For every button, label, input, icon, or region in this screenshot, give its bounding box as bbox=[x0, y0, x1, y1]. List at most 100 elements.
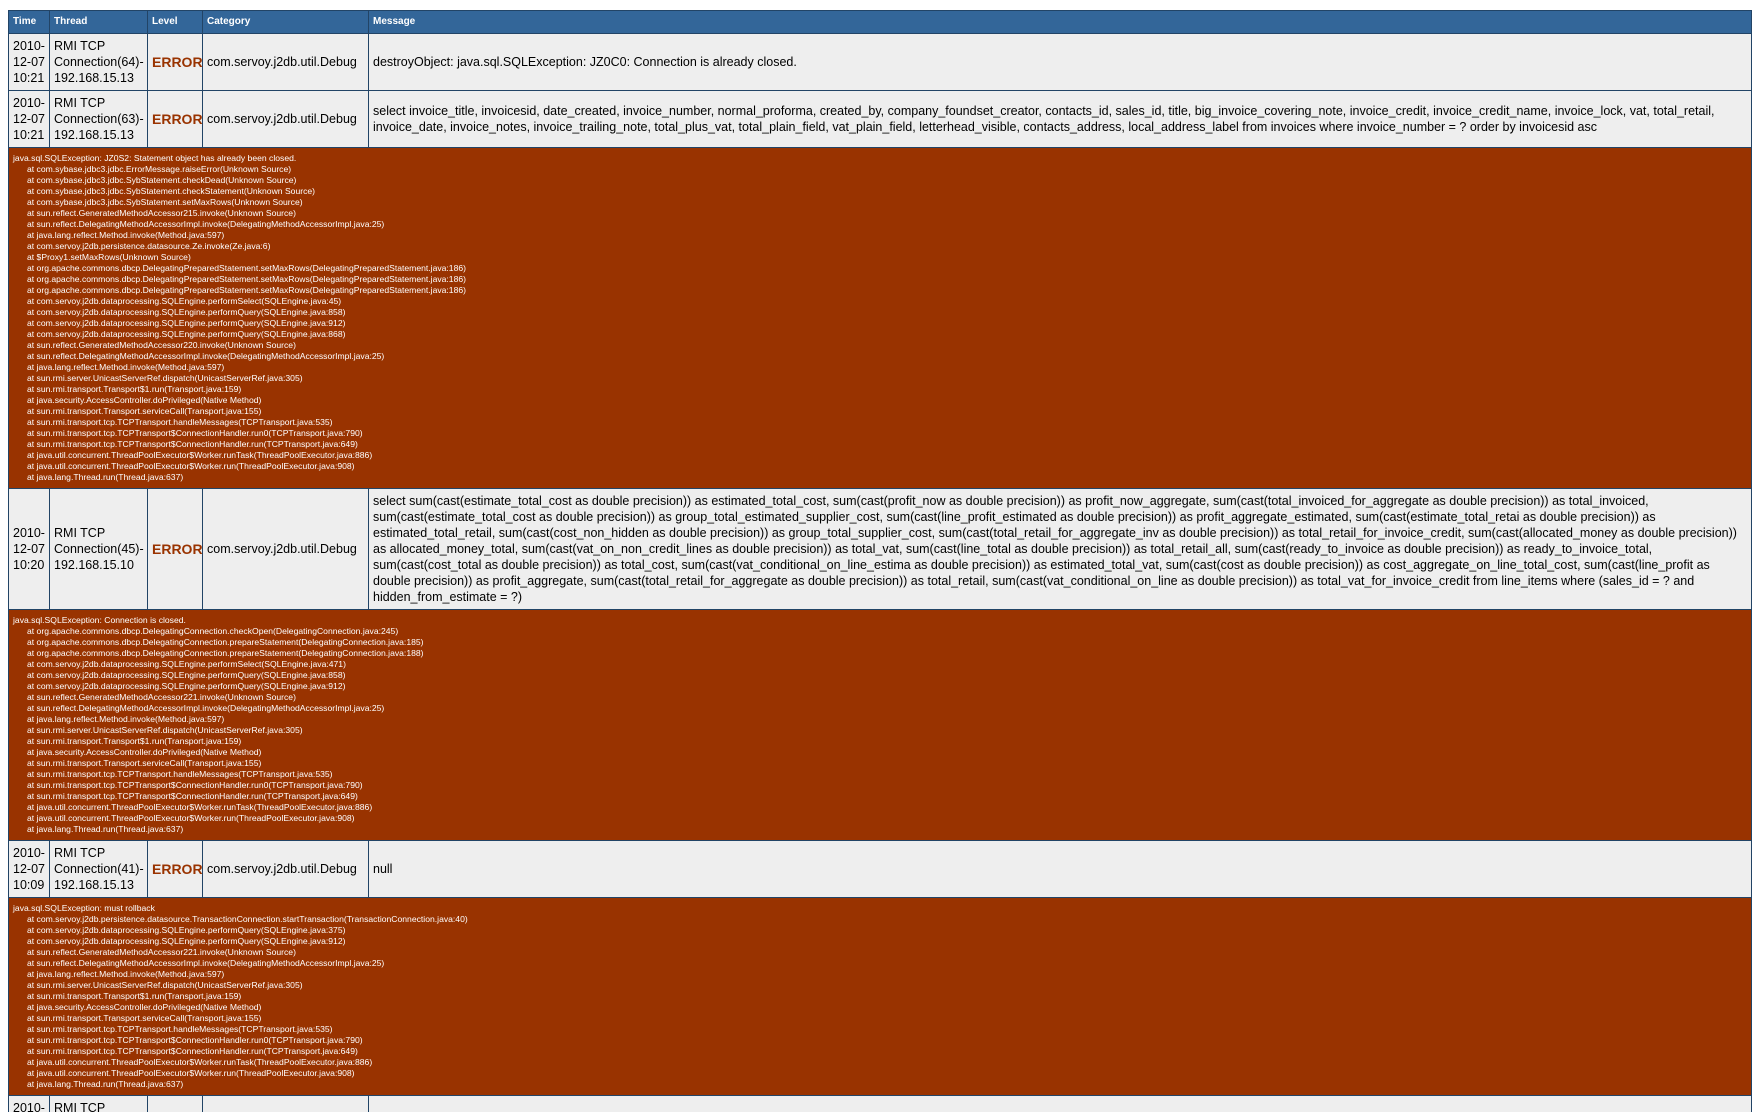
column-header-thread[interactable]: Thread bbox=[50, 11, 147, 33]
thread-text: 192.168.15.13 bbox=[54, 878, 134, 892]
category-cell bbox=[203, 1096, 368, 1112]
time-text: 2010- bbox=[13, 846, 45, 860]
category-cell: com.servoy.j2db.util.Debug bbox=[203, 91, 368, 147]
stack-frame-line: at java.security.AccessController.doPriv… bbox=[27, 747, 262, 757]
stack-frame-line: at sun.reflect.GeneratedMethodAccessor22… bbox=[27, 692, 296, 702]
stack-frame-line: at sun.rmi.server.UnicastServerRef.dispa… bbox=[27, 980, 303, 990]
stack-frame-line: at sun.rmi.transport.Transport.serviceCa… bbox=[27, 1013, 262, 1023]
thread-cell: RMI TCP Connection(63)- 192.168.15.13 bbox=[50, 91, 147, 147]
stack-frame-line: at com.sybase.jdbc3.jdbc.SybStatement.se… bbox=[27, 197, 303, 207]
stack-frame-line: at sun.rmi.transport.tcp.TCPTransport.ha… bbox=[27, 769, 333, 779]
stack-frame-line: at java.util.concurrent.ThreadPoolExecut… bbox=[27, 1068, 355, 1078]
stack-frame-line: at sun.reflect.DelegatingMethodAccessorI… bbox=[27, 219, 385, 229]
time-text: 2010- bbox=[13, 526, 45, 540]
stack-frame-line: at com.servoy.j2db.dataprocessing.SQLEng… bbox=[27, 318, 346, 328]
stack-frame-line: at sun.reflect.GeneratedMethodAccessor22… bbox=[27, 947, 296, 957]
stack-frame-line: at org.apache.commons.dbcp.DelegatingPre… bbox=[27, 285, 467, 295]
time-cell: 2010- 12-07 10:21 bbox=[9, 34, 49, 90]
stack-frame-line: at java.lang.Thread.run(Thread.java:637) bbox=[27, 472, 184, 482]
thread-text: 192.168.15.13 bbox=[54, 128, 134, 142]
log-entry-row: 2010- 12-07 10:20 RMI TCP Connection(45)- 192… bbox=[9, 489, 1751, 609]
message-cell: select invoice_title, invoicesid, date_c… bbox=[369, 91, 1751, 147]
stack-frame-line: at java.util.concurrent.ThreadPoolExecut… bbox=[27, 450, 373, 460]
exception-line: java.sql.SQLException: JZ0S2: Statement … bbox=[13, 153, 297, 163]
time-text: 10:21 bbox=[13, 128, 45, 142]
thread-text: 192.168.15.13 bbox=[54, 71, 134, 85]
exception-line: java.sql.SQLException: must rollback bbox=[13, 903, 155, 913]
time-cell: 2010- bbox=[9, 1096, 49, 1112]
category-cell: com.servoy.j2db.util.Debug bbox=[203, 841, 368, 897]
stack-frame-line: at java.util.concurrent.ThreadPoolExecut… bbox=[27, 461, 355, 471]
time-text: 12-07 bbox=[13, 112, 45, 126]
stack-frame-line: at $Proxy1.setMaxRows(Unknown Source) bbox=[27, 252, 191, 262]
log-entry-row: 2010- 12-07 10:21 RMI TCP Connection(64)- 192… bbox=[9, 34, 1751, 90]
message-cell: destroyObject: java.sql.SQLException: JZ… bbox=[369, 34, 1751, 90]
time-text: 12-07 bbox=[13, 542, 45, 556]
stack-frame-line: at com.servoy.j2db.dataprocessing.SQLEng… bbox=[27, 681, 346, 691]
time-cell: 2010- 12-07 10:21 bbox=[9, 91, 49, 147]
stack-frame-line: at sun.rmi.transport.Transport.serviceCa… bbox=[27, 758, 262, 768]
stack-frame-line: at sun.rmi.server.UnicastServerRef.dispa… bbox=[27, 725, 303, 735]
stack-frame-line: at com.servoy.j2db.dataprocessing.SQLEng… bbox=[27, 296, 342, 306]
level-badge bbox=[148, 1096, 202, 1112]
time-text: 12-07 bbox=[13, 55, 45, 69]
thread-text: RMI TCP bbox=[54, 39, 106, 53]
category-cell: com.servoy.j2db.util.Debug bbox=[203, 489, 368, 609]
stack-frame-line: at java.lang.Thread.run(Thread.java:637) bbox=[27, 824, 184, 834]
stack-frame-line: at sun.rmi.transport.tcp.TCPTransport$Co… bbox=[27, 1035, 363, 1045]
exception-line: java.sql.SQLException: Connection is clo… bbox=[13, 615, 186, 625]
thread-text: Connection(45)- bbox=[54, 542, 144, 556]
stack-frame-line: at org.apache.commons.dbcp.DelegatingPre… bbox=[27, 263, 467, 273]
stack-frame-line: at com.servoy.j2db.persistence.datasourc… bbox=[27, 914, 468, 924]
stack-frame-line: at sun.rmi.server.UnicastServerRef.dispa… bbox=[27, 373, 303, 383]
message-cell: null bbox=[369, 841, 1751, 897]
stack-frame-line: at sun.rmi.transport.tcp.TCPTransport$Co… bbox=[27, 780, 363, 790]
log-entry-row: 2010- 12-07 10:21 RMI TCP Connection(63)- 192… bbox=[9, 91, 1751, 147]
stack-frame-line: at sun.rmi.transport.Transport.serviceCa… bbox=[27, 406, 262, 416]
message-cell bbox=[369, 1096, 1751, 1112]
column-header-message[interactable]: Message bbox=[369, 11, 1751, 33]
stack-frame-line: at sun.reflect.DelegatingMethodAccessorI… bbox=[27, 351, 385, 361]
time-text: 12-07 bbox=[13, 862, 45, 876]
time-text: 2010- bbox=[13, 96, 45, 110]
stack-frame-line: at com.servoy.j2db.dataprocessing.SQLEng… bbox=[27, 936, 346, 946]
column-header-category[interactable]: Category bbox=[203, 11, 368, 33]
stack-frame-line: at org.apache.commons.dbcp.DelegatingCon… bbox=[27, 648, 424, 658]
stack-frame-line: at java.security.AccessController.doPriv… bbox=[27, 395, 262, 405]
stack-frame-line: at org.apache.commons.dbcp.DelegatingPre… bbox=[27, 274, 467, 284]
thread-text: RMI TCP bbox=[54, 1101, 106, 1112]
stack-frame-line: at sun.reflect.DelegatingMethodAccessorI… bbox=[27, 703, 385, 713]
stack-frame-line: at sun.rmi.transport.tcp.TCPTransport$Co… bbox=[27, 791, 358, 801]
time-cell: 2010- 12-07 10:20 bbox=[9, 489, 49, 609]
stack-frame-line: at com.servoy.j2db.dataprocessing.SQLEng… bbox=[27, 925, 346, 935]
thread-text: RMI TCP bbox=[54, 526, 106, 540]
stack-frame-line: at java.util.concurrent.ThreadPoolExecut… bbox=[27, 813, 355, 823]
column-header-time[interactable]: Time bbox=[9, 11, 49, 33]
column-header-level[interactable]: Level bbox=[148, 11, 202, 33]
category-cell: com.servoy.j2db.util.Debug bbox=[203, 34, 368, 90]
thread-cell: RMI TCP bbox=[50, 1096, 147, 1112]
log-entry-row: 2010- RMI TCP bbox=[9, 1096, 1751, 1112]
stack-frame-line: at sun.rmi.transport.Transport$1.run(Tra… bbox=[27, 991, 242, 1001]
stack-frame-line: at sun.rmi.transport.tcp.TCPTransport.ha… bbox=[27, 417, 333, 427]
stack-frame-line: at java.lang.Thread.run(Thread.java:637) bbox=[27, 1079, 184, 1089]
thread-cell: RMI TCP Connection(45)- 192.168.15.10 bbox=[50, 489, 147, 609]
stack-frame-line: at sun.rmi.transport.Transport$1.run(Tra… bbox=[27, 736, 242, 746]
time-text: 2010- bbox=[13, 1101, 45, 1112]
stack-frame-line: at org.apache.commons.dbcp.DelegatingCon… bbox=[27, 626, 399, 636]
thread-text: Connection(41)- bbox=[54, 862, 144, 876]
thread-text: Connection(64)- bbox=[54, 55, 144, 69]
stack-frame-line: at com.servoy.j2db.dataprocessing.SQLEng… bbox=[27, 307, 346, 317]
thread-text: RMI TCP bbox=[54, 846, 106, 860]
time-cell: 2010- 12-07 10:09 bbox=[9, 841, 49, 897]
thread-text: RMI TCP bbox=[54, 96, 106, 110]
stack-frame-line: at sun.reflect.DelegatingMethodAccessorI… bbox=[27, 958, 385, 968]
stack-trace-cell: java.sql.SQLException: JZ0S2: Statement … bbox=[9, 148, 1751, 488]
stack-frame-line: at java.util.concurrent.ThreadPoolExecut… bbox=[27, 802, 373, 812]
stack-frame-line: at sun.rmi.transport.tcp.TCPTransport$Co… bbox=[27, 428, 363, 438]
stack-frame-line: at sun.reflect.GeneratedMethodAccessor22… bbox=[27, 340, 296, 350]
stack-frame-line: at sun.rmi.transport.tcp.TCPTransport$Co… bbox=[27, 1046, 358, 1056]
stack-frame-line: at sun.rmi.transport.tcp.TCPTransport$Co… bbox=[27, 439, 358, 449]
stack-frame-line: at com.servoy.j2db.persistence.datasourc… bbox=[27, 241, 271, 251]
stack-trace-cell: java.sql.SQLException: Connection is clo… bbox=[9, 610, 1751, 840]
